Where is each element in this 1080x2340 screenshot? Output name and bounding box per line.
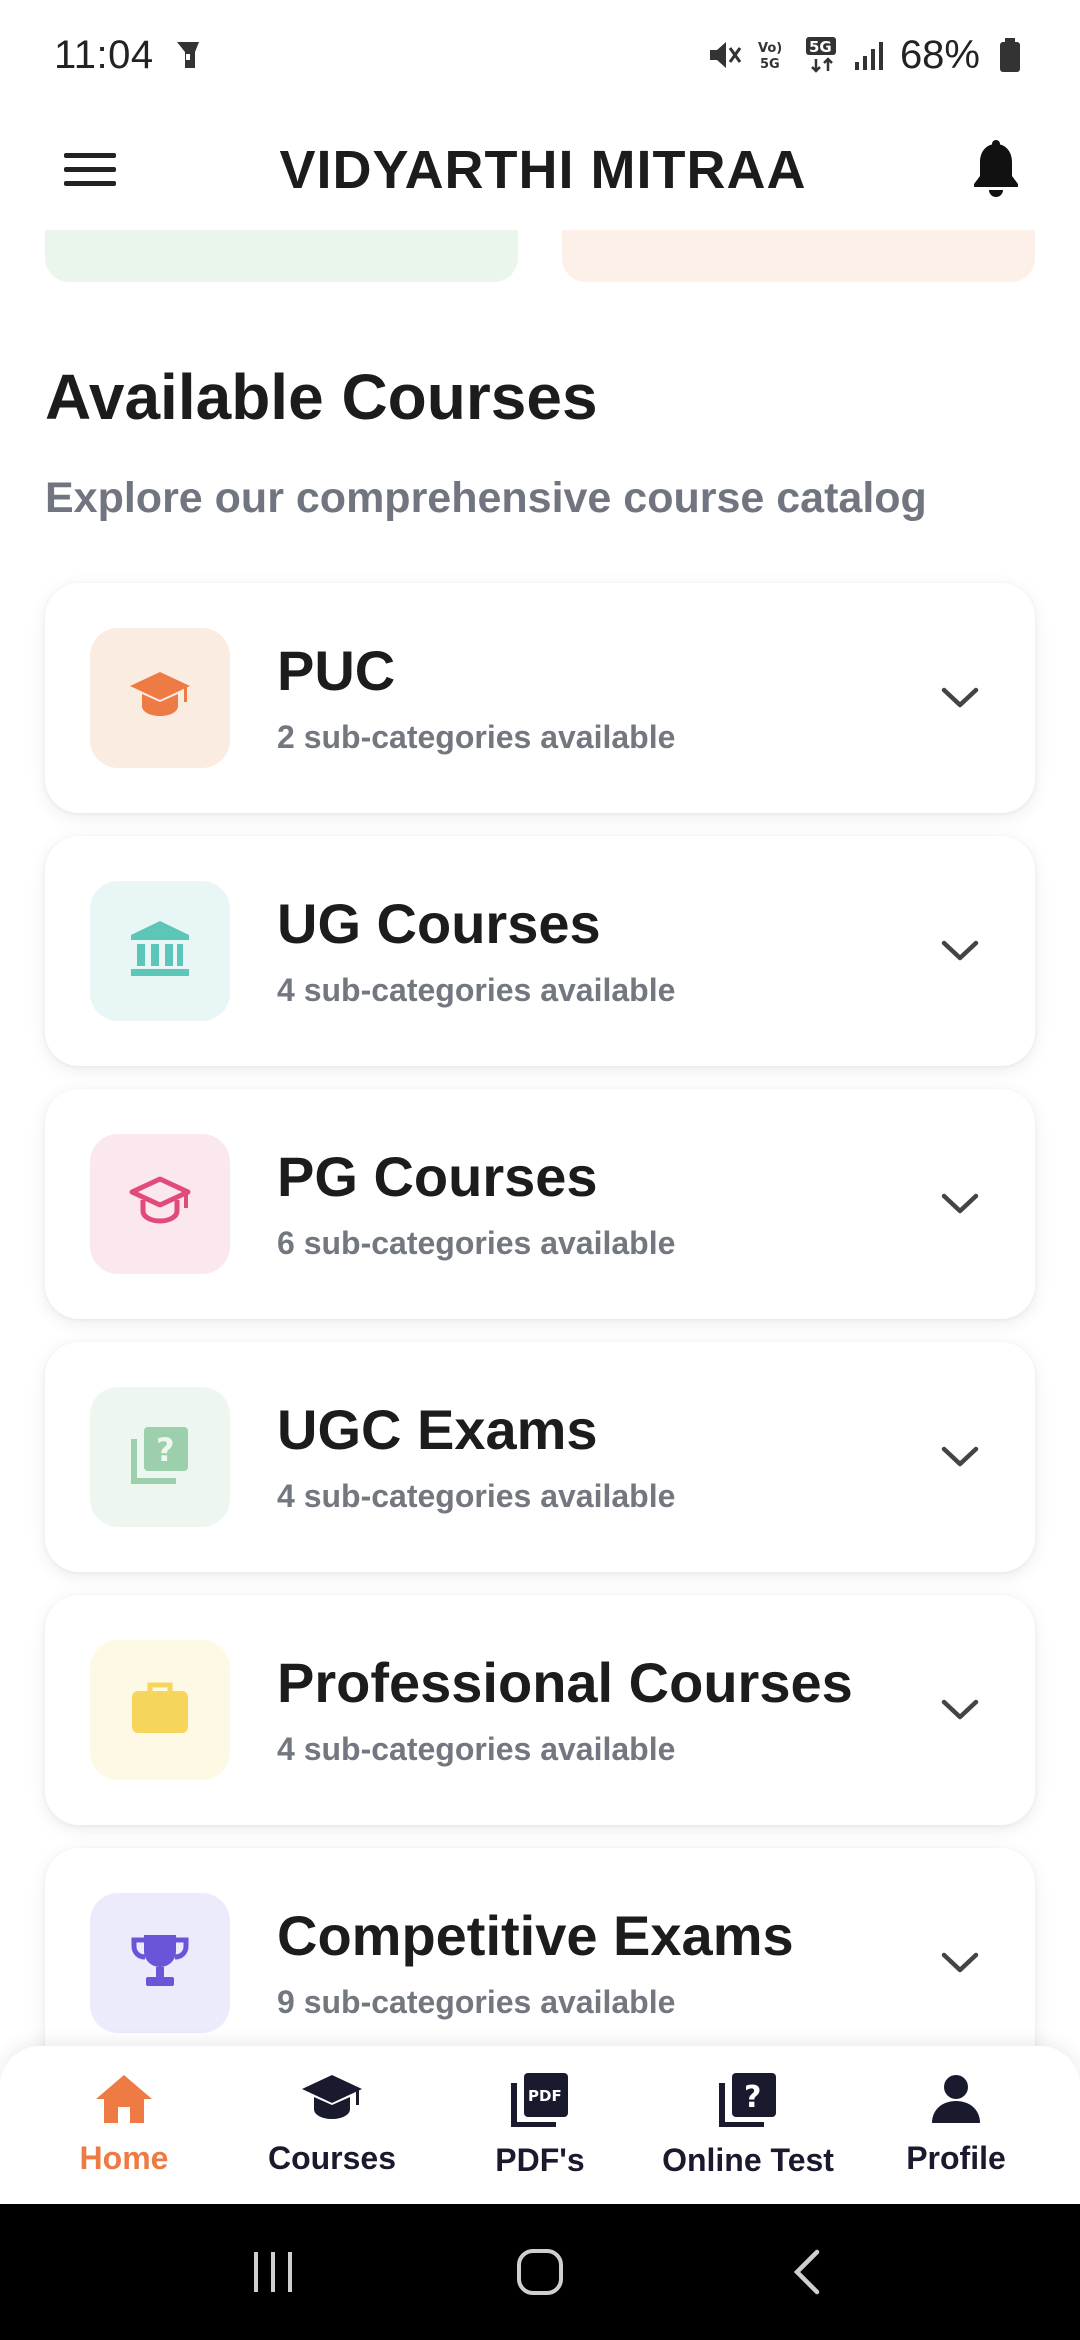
- course-card-pg-courses[interactable]: PG Courses 6 sub-categories available: [45, 1089, 1035, 1319]
- home-icon: [94, 2073, 154, 2130]
- volte-icon: Vo) 5G: [756, 35, 792, 75]
- battery-icon: [992, 35, 1028, 75]
- course-title: Professional Courses: [277, 1650, 853, 1714]
- top-cards: [45, 230, 1035, 285]
- course-subtitle: 9 sub-categories available: [277, 1984, 676, 2021]
- nav-item-pdfs[interactable]: PDF PDF's: [440, 2071, 640, 2179]
- nav-item-home[interactable]: Home: [24, 2073, 224, 2177]
- institution-icon: [129, 919, 191, 984]
- trophy-icon: [130, 1931, 190, 1996]
- course-icon-bg: [90, 1893, 230, 2033]
- status-time: 11:04: [54, 32, 154, 77]
- course-icon-bg: [90, 1134, 230, 1274]
- course-title: PG Courses: [277, 1144, 598, 1208]
- home-button-icon[interactable]: [495, 2227, 585, 2317]
- chevron-down-icon[interactable]: [930, 1680, 990, 1740]
- flashlight-icon: [170, 35, 206, 75]
- course-title: Competitive Exams: [277, 1903, 794, 1967]
- svg-text:PDF: PDF: [528, 2087, 562, 2105]
- nav-item-profile[interactable]: Profile: [856, 2073, 1056, 2177]
- system-nav-bar: [0, 2204, 1080, 2340]
- briefcase-icon: [130, 1681, 190, 1740]
- course-title: UG Courses: [277, 891, 601, 955]
- person-icon: [930, 2073, 982, 2130]
- mute-icon: [708, 35, 744, 75]
- course-card-puc[interactable]: PUC 2 sub-categories available: [45, 583, 1035, 813]
- quiz-icon: ?: [718, 2071, 778, 2132]
- svg-text:?: ?: [156, 1431, 175, 1469]
- course-subtitle: 6 sub-categories available: [277, 1225, 676, 1262]
- nav-item-courses[interactable]: Courses: [232, 2073, 432, 2177]
- course-text: Professional Courses 4 sub-categories av…: [277, 1652, 930, 1769]
- top-card-right[interactable]: [562, 230, 1035, 282]
- back-icon[interactable]: [762, 2227, 852, 2317]
- nav-label: Courses: [267, 2140, 397, 2176]
- course-subtitle: 4 sub-categories available: [277, 972, 676, 1009]
- course-card-professional-courses[interactable]: Professional Courses 4 sub-categories av…: [45, 1595, 1035, 1825]
- nav-item-online-test[interactable]: ? Online Test: [648, 2071, 848, 2179]
- graduation-cap-outline-icon: [128, 1175, 192, 1234]
- chevron-down-icon[interactable]: [930, 1933, 990, 1993]
- svg-text:5G: 5G: [760, 57, 780, 72]
- battery-percent: 68%: [899, 32, 980, 77]
- chevron-down-icon[interactable]: [930, 1427, 990, 1487]
- section-title: Available Courses: [45, 361, 598, 433]
- notification-bell-icon[interactable]: [956, 130, 1036, 210]
- course-text: UGC Exams 4 sub-categories available: [277, 1399, 930, 1516]
- status-left: 11:04: [54, 33, 206, 78]
- graduation-cap-icon: [128, 670, 192, 727]
- menu-icon[interactable]: [50, 130, 130, 210]
- course-text: Competitive Exams 9 sub-categories avail…: [277, 1905, 930, 2022]
- nav-label: Profile: [906, 2140, 1006, 2176]
- course-icon-bg: [90, 1640, 230, 1780]
- graduation-cap-icon: [300, 2073, 364, 2130]
- course-list: PUC 2 sub-categories available UG Course…: [45, 583, 1035, 2101]
- quiz-icon: ?: [130, 1425, 190, 1490]
- course-card-ug-courses[interactable]: UG Courses 4 sub-categories available: [45, 836, 1035, 1066]
- course-icon-bg: ?: [90, 1387, 230, 1527]
- course-title: UGC Exams: [277, 1397, 598, 1461]
- chevron-down-icon[interactable]: [930, 921, 990, 981]
- svg-text:5G: 5G: [809, 38, 832, 56]
- chevron-down-icon[interactable]: [930, 1174, 990, 1234]
- status-bar: 11:04 Vo) 5G 5G 68%: [0, 0, 1080, 110]
- recent-apps-icon[interactable]: [228, 2227, 318, 2317]
- course-text: UG Courses 4 sub-categories available: [277, 893, 930, 1010]
- top-card-left[interactable]: [45, 230, 518, 282]
- course-text: PUC 2 sub-categories available: [277, 640, 930, 757]
- nav-label: PDF's: [495, 2142, 585, 2178]
- bottom-nav: Home Courses PDF PDF's ? Online Test Pro…: [0, 2046, 1080, 2204]
- course-card-competitive-exams[interactable]: Competitive Exams 9 sub-categories avail…: [45, 1848, 1035, 2078]
- signal-icon: [852, 35, 888, 75]
- nav-label: Home: [79, 2140, 169, 2176]
- app-title: VIDYARTHI MITRAA: [279, 140, 807, 200]
- chevron-down-icon[interactable]: [930, 668, 990, 728]
- pdf-icon: PDF: [510, 2071, 570, 2132]
- 5g-data-icon: 5G: [804, 35, 840, 75]
- app-bar: VIDYARTHI MITRAA: [0, 110, 1080, 230]
- course-icon-bg: [90, 628, 230, 768]
- course-subtitle: 2 sub-categories available: [277, 719, 676, 756]
- course-text: PG Courses 6 sub-categories available: [277, 1146, 930, 1263]
- course-icon-bg: [90, 881, 230, 1021]
- course-title: PUC: [277, 638, 396, 702]
- course-subtitle: 4 sub-categories available: [277, 1478, 676, 1515]
- course-card-ugc-exams[interactable]: ? UGC Exams 4 sub-categories available: [45, 1342, 1035, 1572]
- section-subtitle: Explore our comprehensive course catalog: [45, 474, 927, 522]
- svg-text:Vo): Vo): [758, 41, 782, 56]
- status-right: Vo) 5G 5G 68%: [708, 33, 1028, 78]
- course-subtitle: 4 sub-categories available: [277, 1731, 676, 1768]
- svg-text:?: ?: [744, 2080, 761, 2115]
- nav-label: Online Test: [662, 2142, 834, 2178]
